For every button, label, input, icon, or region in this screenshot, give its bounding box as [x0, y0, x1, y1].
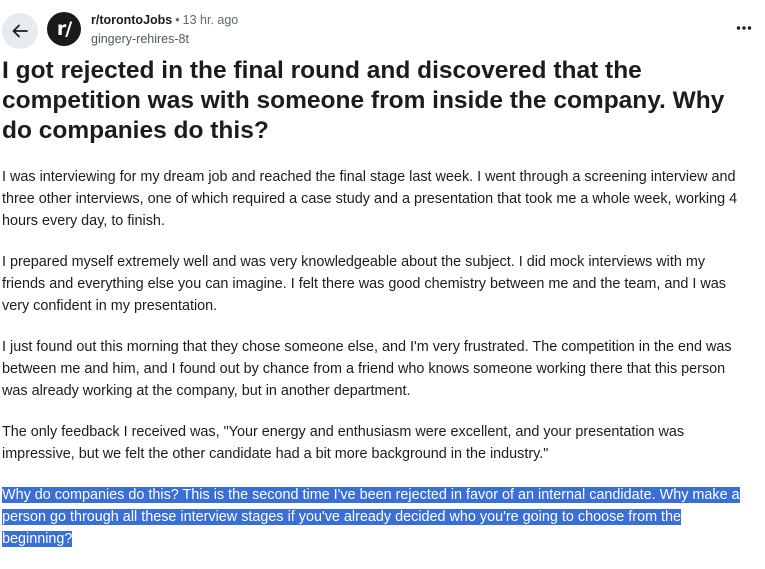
- author-link[interactable]: gingery-rehires-8t: [91, 31, 238, 47]
- post-paragraph: I prepared myself extremely well and was…: [2, 254, 726, 314]
- ellipsis-icon: [736, 26, 752, 30]
- selected-paragraph: Why do companies do this? This is the se…: [2, 484, 752, 550]
- arrow-left-icon: [12, 24, 28, 38]
- subreddit-link[interactable]: r/torontoJobs: [91, 13, 172, 27]
- post-meta: r/torontoJobs • 13 hr. ago gingery-rehires…: [91, 12, 238, 47]
- post-title: I got rejected in the final round and di…: [2, 57, 725, 144]
- selected-text: Why do companies do this? This is the se…: [2, 487, 740, 547]
- back-button[interactable]: [2, 13, 38, 49]
- post-paragraph: The only feedback I received was, "Your …: [2, 424, 685, 462]
- post-paragraph: I was interviewing for my dream job and …: [2, 169, 738, 229]
- avatar-text: r/: [56, 18, 72, 40]
- more-options-button[interactable]: [728, 16, 760, 40]
- post-time: 13 hr. ago: [182, 13, 239, 27]
- post-body: I was interviewing for my dream job and …: [2, 166, 752, 569]
- post-paragraph: I just found out this morning that they …: [2, 339, 732, 399]
- post-header: r/ r/torontoJobs • 13 hr. ago gingery-rehi…: [0, 0, 765, 56]
- subreddit-avatar[interactable]: r/: [47, 12, 81, 46]
- meta-separator: •: [175, 13, 180, 27]
